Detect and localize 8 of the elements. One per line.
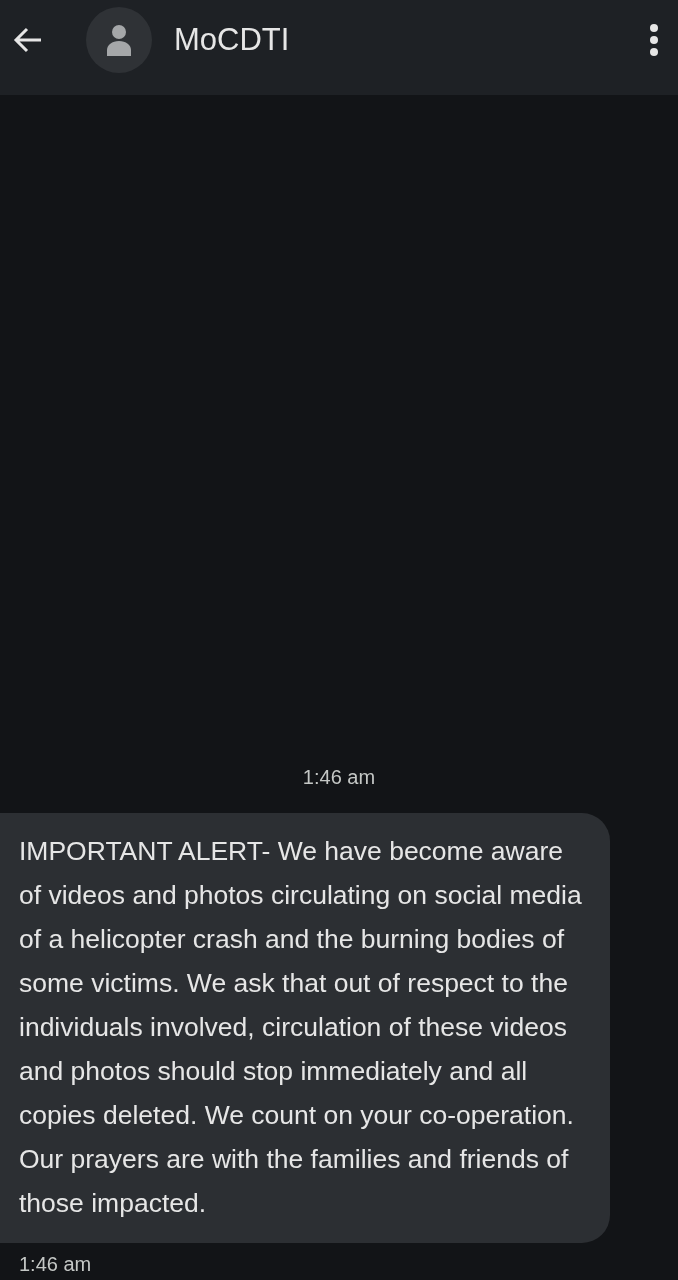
message-time: 1:46 am [19,1253,92,1276]
person-icon [106,23,132,56]
timestamp: 1:46 am [302,766,376,789]
more-options-button[interactable] [648,22,660,57]
contact-name: MoCDTI [174,21,291,58]
more-icon [648,22,660,57]
back-icon [13,26,43,53]
message-bubble: IMPORTANT ALERT- We have become aware of videos and photos circulating on social media of a helicopter crash and the burning bodies of some victims. We ask that out of respect to the individuals involved, circulation of these videos and photos should stop immediately and all copies deleted. We count on your co-operation. Our prayers are with the families and friends of those impacted. [0,813,610,1243]
